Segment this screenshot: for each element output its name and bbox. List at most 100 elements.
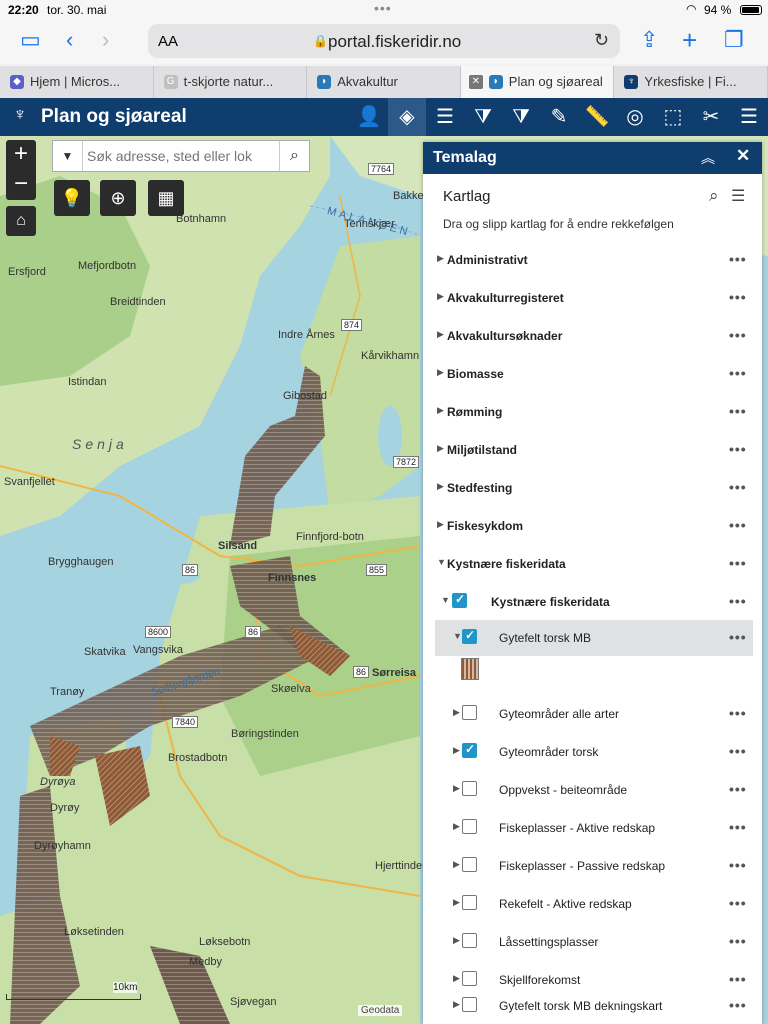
expand-icon[interactable]: ▶ (453, 935, 460, 946)
close-panel-icon[interactable]: ✕ (736, 146, 750, 166)
zoom-in-button[interactable]: + (6, 140, 36, 170)
layer-options-icon[interactable]: ☰ (731, 186, 745, 206)
expand-icon[interactable]: ▶ (453, 745, 460, 756)
more-options-icon[interactable]: ••• (729, 997, 747, 1013)
buffer-circles-icon[interactable]: ◎ (616, 98, 654, 136)
locate-me-icon[interactable]: ⊕ (100, 180, 136, 216)
tab-hjem[interactable]: ◆ Hjem | Micros... (0, 66, 154, 98)
collapse-icon[interactable]: ▼ (441, 595, 450, 605)
layer-item-rekefelt-aktive[interactable]: ▶ Rekefelt - Aktive redskap ••• (435, 886, 753, 922)
layer-checkbox[interactable] (462, 857, 477, 872)
more-options-icon[interactable]: ••• (729, 781, 747, 797)
collapse-icon[interactable]: ▼ (453, 631, 462, 641)
more-options-icon[interactable]: ••• (729, 895, 747, 911)
layer-checkbox[interactable] (462, 628, 477, 644)
forward-icon[interactable]: › (102, 28, 109, 52)
layer-item-gyteomrader-alle-arter[interactable]: ▶ Gyteområder alle arter ••• (435, 696, 753, 732)
back-icon[interactable]: ‹ (66, 28, 73, 52)
tab-akvakultur[interactable]: ◗ Akvakultur (307, 66, 461, 98)
more-options-icon[interactable]: ••• (729, 857, 747, 873)
layer-checkbox[interactable] (462, 705, 477, 720)
expand-icon[interactable]: ▶ (437, 519, 444, 530)
layer-item-gytefelt-torsk-mb[interactable]: ▼ Gytefelt torsk MB ••• (435, 620, 753, 656)
draw-pencil-icon[interactable]: ✎ (540, 98, 578, 136)
new-tab-icon[interactable]: + (682, 27, 697, 53)
tab-yrkesfiske[interactable]: ♆ Yrkesfiske | Fi... (614, 66, 768, 98)
menu-icon[interactable]: ☰ (730, 98, 768, 136)
layer-checkbox[interactable] (462, 742, 477, 758)
layer-item-fiskeplasser-passive[interactable]: ▶ Fiskeplasser - Passive redskap ••• (435, 848, 753, 884)
more-options-icon[interactable]: ••• (729, 593, 747, 609)
layer-checkbox[interactable] (462, 781, 477, 796)
more-options-icon[interactable]: ••• (729, 327, 747, 343)
more-options-icon[interactable]: ••• (729, 479, 747, 495)
more-options-icon[interactable]: ••• (729, 251, 747, 267)
sidebar-icon[interactable]: ▭ (20, 28, 41, 52)
layer-group-kystnaere-fiskeridata[interactable]: ▼ Kystnære fiskeridata ••• (435, 546, 753, 582)
basemap-gallery-icon[interactable]: ▦ (148, 180, 184, 216)
more-options-icon[interactable]: ••• (729, 743, 747, 759)
expand-icon[interactable]: ▶ (453, 999, 460, 1010)
search-layers-icon[interactable]: ⌕ (709, 186, 719, 206)
measure-ruler-icon[interactable]: 📏 (578, 98, 616, 136)
search-source-dropdown[interactable]: ▼ (53, 141, 83, 171)
expand-icon[interactable]: ▶ (453, 973, 460, 984)
more-options-icon[interactable]: ••• (729, 403, 747, 419)
tabs-overview-icon[interactable]: ❐ (724, 28, 744, 52)
expand-icon[interactable]: ▶ (453, 897, 460, 908)
user-icon[interactable]: 👤 (350, 98, 388, 136)
layer-checkbox[interactable] (462, 997, 477, 1012)
expand-icon[interactable]: ▶ (437, 291, 444, 302)
more-options-icon[interactable]: ••• (729, 933, 747, 949)
filter-attribute-icon[interactable]: ⧩ (464, 98, 502, 136)
search-icon[interactable]: ⌕ (279, 141, 309, 171)
expand-icon[interactable]: ▶ (453, 821, 460, 832)
collapse-icon[interactable]: ▼ (437, 557, 446, 567)
more-options-icon[interactable]: ••• (729, 705, 747, 721)
close-tab-icon[interactable]: ✕ (468, 75, 483, 89)
layer-group-miljotilstand[interactable]: ▶ Miljøtilstand ••• (435, 432, 753, 468)
layer-group-romming[interactable]: ▶ Rømming ••• (435, 394, 753, 430)
reader-aa-button[interactable]: AA (158, 33, 178, 50)
expand-icon[interactable]: ▶ (437, 405, 444, 416)
layers-icon[interactable]: ◈ (388, 98, 426, 136)
expand-icon[interactable]: ▶ (437, 367, 444, 378)
layer-group-biomasse[interactable]: ▶ Biomasse ••• (435, 356, 753, 392)
layer-group-akvakultursoknader[interactable]: ▶ Akvakultursøknader ••• (435, 318, 753, 354)
legend-list-icon[interactable]: ☰ (426, 98, 464, 136)
expand-icon[interactable]: ▶ (437, 329, 444, 340)
multitask-dots-icon[interactable]: ••• (374, 0, 392, 16)
tools-icon[interactable]: ✂ (692, 98, 730, 136)
expand-icon[interactable]: ▶ (453, 707, 460, 718)
expand-icon[interactable]: ▶ (437, 443, 444, 454)
url-text[interactable]: portal.fiskeridir.no (328, 32, 461, 52)
layer-item-gytefelt-torsk-mb-dekningskart[interactable]: ▶ Gytefelt torsk MB dekningskart ••• (435, 988, 753, 1024)
layer-item-oppvekst-beiteomrade[interactable]: ▶ Oppvekst - beiteområde ••• (435, 772, 753, 808)
layer-checkbox[interactable] (462, 933, 477, 948)
expand-icon[interactable]: ▶ (453, 859, 460, 870)
more-options-icon[interactable]: ••• (729, 629, 747, 645)
more-options-icon[interactable]: ••• (729, 441, 747, 457)
layer-checkbox[interactable] (462, 819, 477, 834)
layer-subgroup-kystnaere-fiskeridata[interactable]: ▼ Kystnære fiskeridata ••• (435, 584, 753, 620)
collapse-panel-icon[interactable]: ︽ (701, 148, 715, 168)
more-options-icon[interactable]: ••• (729, 289, 747, 305)
layer-item-gyteomrader-torsk[interactable]: ▶ Gyteområder torsk ••• (435, 734, 753, 770)
zoom-out-button[interactable]: − (6, 170, 36, 200)
reload-icon[interactable]: ↻ (594, 30, 609, 51)
more-options-icon[interactable]: ••• (729, 555, 747, 571)
expand-icon[interactable]: ▶ (453, 783, 460, 794)
share-icon[interactable]: ⇪ (640, 28, 658, 52)
more-options-icon[interactable]: ••• (729, 971, 747, 987)
layer-item-lassettingsplasser[interactable]: ▶ Låssettingsplasser ••• (435, 924, 753, 960)
tab-plan-og-sjoareal[interactable]: ✕ ◗ Plan og sjøareal (460, 66, 615, 98)
layer-group-administrativt[interactable]: ▶ Administrativt ••• (435, 242, 753, 278)
tab-tskjorte[interactable]: G t-skjorte natur... (154, 66, 308, 98)
address-bar[interactable]: AA 🔒 portal.fiskeridir.no ↻ (148, 24, 620, 58)
more-options-icon[interactable]: ••• (729, 365, 747, 381)
expand-icon[interactable]: ▶ (437, 481, 444, 492)
layer-group-stedfesting[interactable]: ▶ Stedfesting ••• (435, 470, 753, 506)
layer-item-fiskeplasser-aktive[interactable]: ▶ Fiskeplasser - Aktive redskap ••• (435, 810, 753, 846)
search-input[interactable] (87, 145, 277, 167)
layer-group-akvakulturregisteret[interactable]: ▶ Akvakulturregisteret ••• (435, 280, 753, 316)
